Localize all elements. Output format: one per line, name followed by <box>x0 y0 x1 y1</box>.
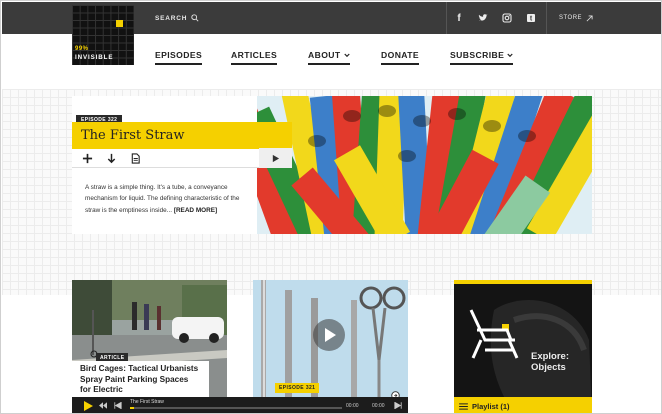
playlist-label: Playlist (1) <box>472 401 510 411</box>
player-play-icon[interactable] <box>83 401 93 411</box>
rewind-icon[interactable] <box>99 402 107 409</box>
explore-objects-title[interactable]: Explore: Objects <box>531 351 569 373</box>
nav-item-subscribe-label: SUBSCRIBE <box>450 50 505 60</box>
chevron-down-icon <box>507 53 513 57</box>
skip-back-icon[interactable] <box>114 402 122 409</box>
player-time-total: 00:00 <box>372 403 385 409</box>
play-icon <box>325 328 336 342</box>
tumblr-icon[interactable]: t <box>519 2 543 34</box>
feature-description: A straw is a simple thing. It's a tube, … <box>85 182 250 216</box>
social-links: f t <box>446 2 543 34</box>
download-icon <box>107 153 115 163</box>
nav-item-episodes[interactable]: EPISODES <box>155 50 203 65</box>
chevron-down-icon <box>343 53 350 57</box>
player-progress-fill <box>130 407 135 409</box>
search-button[interactable]: SEARCH <box>155 14 199 22</box>
instagram-icon[interactable] <box>495 2 519 34</box>
logo-line-1: 99% <box>75 46 89 52</box>
straws-illustration <box>257 96 592 234</box>
plus-icon <box>82 153 92 163</box>
page-frame: SEARCH f t STORE 99% INVISIBLE EPISODES <box>0 0 662 414</box>
nav-item-subscribe[interactable]: SUBSCRIBE <box>450 50 514 65</box>
add-to-playlist-button[interactable] <box>79 151 95 165</box>
site-logo[interactable]: 99% INVISIBLE <box>72 5 134 65</box>
feature-title-bar[interactable]: The First Straw <box>72 122 292 149</box>
skip-forward-icon[interactable] <box>394 402 402 409</box>
play-icon <box>272 154 280 162</box>
feature-image-straws[interactable] <box>257 96 592 234</box>
player-track-title: The First Straw <box>130 399 164 405</box>
playlist-button[interactable]: Playlist (1) <box>454 397 592 413</box>
chair-icon <box>469 309 519 359</box>
nav-item-donate[interactable]: DONATE <box>381 50 420 65</box>
document-icon <box>131 152 140 164</box>
episode-tag-321: EPISODE 321 <box>275 383 320 393</box>
list-icon <box>459 402 468 410</box>
video-play-button[interactable] <box>313 319 345 351</box>
audio-player: The First Straw 00:00 00:00 <box>72 397 408 413</box>
facebook-icon[interactable]: f <box>447 2 471 34</box>
nav-item-articles[interactable]: ARTICLES <box>231 50 278 65</box>
nav-item-about[interactable]: ABOUT <box>308 50 350 65</box>
player-time-elapsed: 00:00 <box>346 403 359 409</box>
external-arrow-icon <box>586 14 593 21</box>
store-label: STORE <box>559 15 583 21</box>
store-link[interactable]: STORE <box>546 2 593 34</box>
twitter-icon[interactable] <box>471 2 495 34</box>
nav-item-about-label: ABOUT <box>308 50 341 60</box>
search-icon <box>191 14 199 22</box>
logo-line-2: INVISIBLE <box>75 54 114 61</box>
play-button[interactable] <box>259 148 292 168</box>
explore-title-line-1: Explore: <box>531 351 570 362</box>
logo-square <box>116 20 123 27</box>
article-card-title[interactable]: Bird Cages: Tactical Urbanists Spray Pai… <box>72 361 209 402</box>
explore-title-line-2: Objects <box>531 362 566 373</box>
search-label: SEARCH <box>155 14 188 22</box>
card-accent-stripe <box>454 280 592 284</box>
feature-title[interactable]: The First Straw <box>81 128 185 143</box>
player-progress-track[interactable] <box>130 407 342 409</box>
read-more-link[interactable]: [READ MORE] <box>174 207 217 214</box>
download-button[interactable] <box>103 151 119 165</box>
transcript-button[interactable] <box>127 151 143 165</box>
